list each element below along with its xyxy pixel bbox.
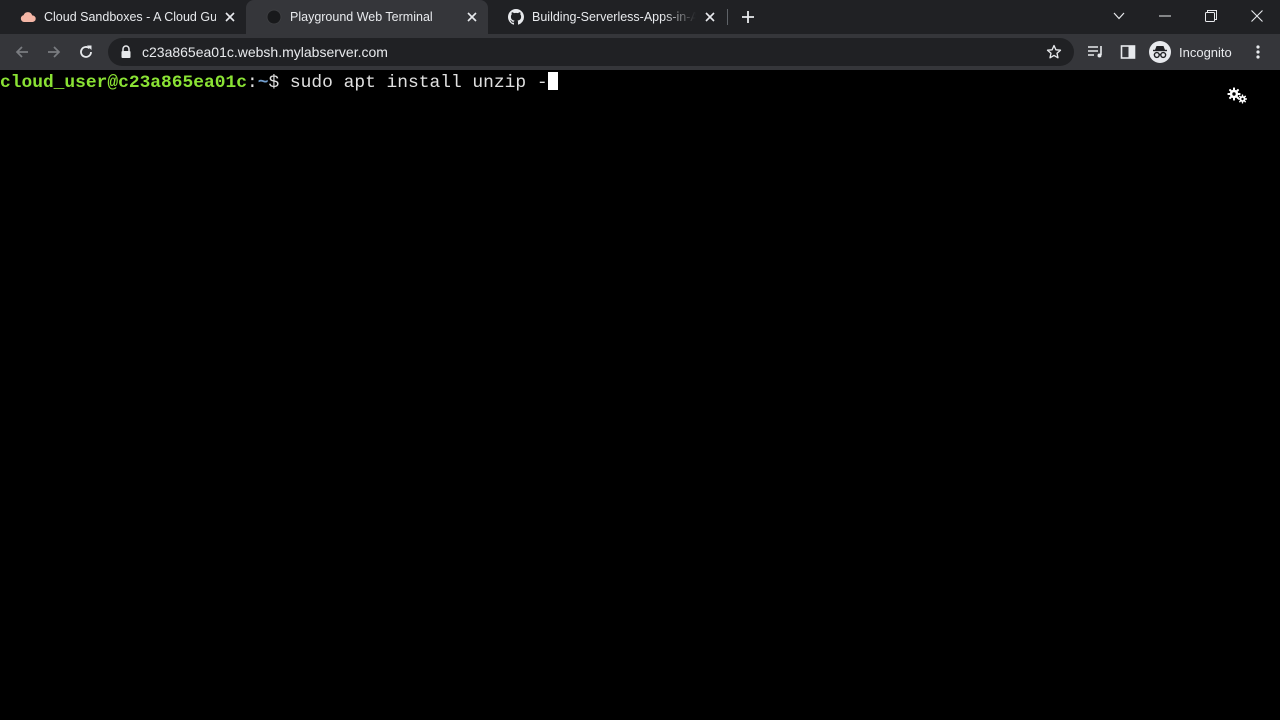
tab-playground-web-terminal[interactable]: Playground Web Terminal	[246, 0, 488, 34]
tab-strip: Cloud Sandboxes - A Cloud Guru Playgroun…	[0, 0, 1280, 34]
kebab-menu-icon	[1256, 45, 1260, 59]
close-tab-icon[interactable]	[702, 9, 718, 25]
browser-menu-button[interactable]	[1244, 38, 1272, 66]
restore-button[interactable]	[1188, 0, 1234, 32]
reading-list-button[interactable]	[1082, 38, 1110, 66]
tab-title: Building-Serverless-Apps-in-AWS	[532, 10, 696, 24]
tab-search-button[interactable]	[1096, 0, 1142, 32]
restore-icon	[1205, 10, 1217, 22]
close-tab-icon[interactable]	[222, 9, 238, 25]
prompt-separator: :	[246, 73, 258, 93]
prompt-symbol: $	[268, 73, 290, 93]
url-text[interactable]: c23a865ea01c.websh.mylabserver.com	[142, 44, 388, 60]
tab-cloud-sandboxes[interactable]: Cloud Sandboxes - A Cloud Guru	[0, 0, 246, 34]
side-panel-icon	[1120, 45, 1136, 59]
reload-icon	[80, 45, 92, 58]
media-list-icon	[1088, 46, 1102, 58]
browser-toolbar: c23a865ea01c.websh.mylabserver.com Incog…	[0, 34, 1280, 70]
chevron-down-icon	[1113, 12, 1125, 20]
forward-button[interactable]	[40, 38, 68, 66]
profile-label: Incognito	[1179, 44, 1232, 60]
arrow-right-icon	[48, 46, 61, 58]
prompt-path: ~	[257, 73, 269, 93]
back-button[interactable]	[8, 38, 36, 66]
close-tab-icon[interactable]	[464, 9, 480, 25]
incognito-profile-button[interactable]: Incognito	[1145, 39, 1241, 65]
cloud-icon	[20, 9, 36, 25]
settings-gears-icon[interactable]	[1227, 87, 1249, 105]
terminal-favicon-icon	[266, 9, 282, 25]
terminal-command: sudo apt install unzip -	[289, 73, 548, 93]
address-bar[interactable]: c23a865ea01c.websh.mylabserver.com	[108, 38, 1074, 66]
terminal-cursor	[547, 72, 558, 90]
arrow-left-icon	[15, 46, 28, 58]
side-panel-button[interactable]	[1114, 38, 1142, 66]
tab-github-repo[interactable]: Building-Serverless-Apps-in-AWS	[488, 0, 726, 34]
close-icon	[1251, 10, 1263, 22]
terminal-line: cloud_user@c23a865ea01c:~$ sudo apt inst…	[0, 72, 558, 93]
tab-divider	[727, 9, 728, 25]
tab-title: Playground Web Terminal	[290, 10, 433, 24]
star-icon[interactable]	[1046, 44, 1062, 60]
github-icon	[508, 9, 524, 25]
tab-title: Cloud Sandboxes - A Cloud Guru	[44, 10, 216, 24]
close-window-button[interactable]	[1234, 0, 1280, 32]
minimize-icon	[1159, 15, 1171, 17]
prompt-user-host: cloud_user@c23a865ea01c	[0, 73, 247, 93]
incognito-icon	[1149, 41, 1171, 63]
reload-button[interactable]	[72, 38, 100, 66]
minimize-button[interactable]	[1142, 0, 1188, 32]
lock-icon	[121, 45, 131, 58]
web-terminal[interactable]: cloud_user@c23a865ea01c:~$ sudo apt inst…	[0, 70, 1280, 720]
new-tab-button[interactable]	[738, 7, 758, 27]
plus-icon	[742, 11, 754, 23]
